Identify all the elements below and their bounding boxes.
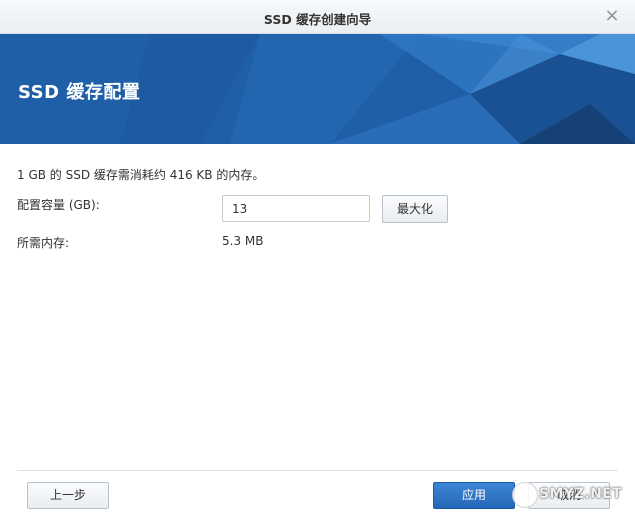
previous-button[interactable]: 上一步 (27, 482, 109, 509)
cancel-button[interactable]: 取消 (528, 482, 610, 509)
header-banner: SSD 缓存配置 (0, 34, 635, 144)
memory-label: 所需内存: (17, 236, 70, 250)
maximize-button[interactable]: 最大化 (382, 195, 448, 223)
capacity-label: 配置容量 (GB): (17, 198, 100, 212)
window-title: SSD 缓存创建向导 (263, 12, 372, 27)
window-titlebar: SSD 缓存创建向导 × (0, 0, 635, 34)
close-icon[interactable]: × (603, 7, 621, 25)
footer-divider (17, 470, 618, 471)
memory-value: 5.3 MB (222, 234, 264, 248)
info-text: 1 GB 的 SSD 缓存需消耗约 416 KB 的内存。 (17, 168, 265, 182)
banner-title: SSD 缓存配置 (18, 82, 141, 103)
apply-button[interactable]: 应用 (433, 482, 515, 509)
capacity-input[interactable] (222, 195, 370, 222)
